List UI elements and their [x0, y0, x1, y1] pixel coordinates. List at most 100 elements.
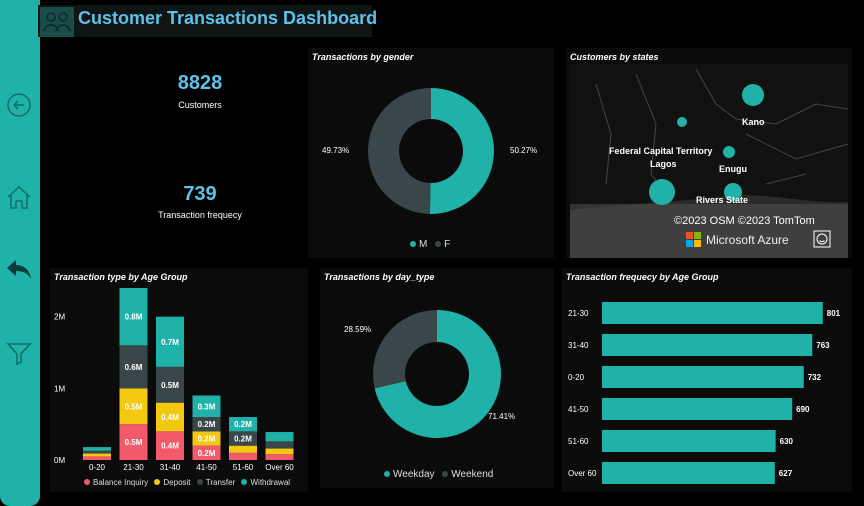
gender-legend: M F: [410, 239, 450, 250]
data-label: 0.5M: [161, 381, 179, 390]
data-label: 801: [827, 309, 841, 318]
legend-weekend: Weekend: [451, 469, 494, 480]
legend-transfer: Transfer: [205, 478, 236, 487]
y-tick-label: 41-50: [568, 405, 589, 414]
data-label: 0.2M: [198, 420, 216, 429]
bar-balance-inquiry[interactable]: [265, 454, 294, 460]
map-bubble-fct[interactable]: [677, 117, 687, 127]
x-tick-label: 21-30: [123, 463, 144, 472]
map-label-rivers: Rivers State: [696, 195, 748, 205]
data-label: 0.2M: [198, 449, 216, 458]
map-panel: Customers by states Kano Federal Capital…: [566, 48, 852, 258]
legend-m: M: [419, 239, 428, 250]
data-label: 0.3M: [198, 402, 216, 411]
gender-label-f: 49.73%: [322, 146, 349, 155]
freq-age-chart: 21-30 801 31-40 763 0-20 732 41-50 690 51-60 630 O…: [568, 302, 841, 484]
bar-51-60[interactable]: [602, 430, 776, 452]
daytype-legend: Weekday Weekend: [384, 469, 493, 480]
legend-dot-weekday: [384, 471, 390, 477]
bar-balance-inquiry[interactable]: [83, 456, 111, 460]
bar-withdrawal[interactable]: [83, 447, 111, 451]
undo-arrow-icon[interactable]: [4, 254, 34, 284]
home-icon[interactable]: [4, 182, 34, 212]
bar-21-30[interactable]: [602, 302, 823, 324]
y-tick-label: 31-40: [568, 341, 589, 350]
daytype-label-weekend: 28.59%: [344, 325, 371, 334]
bar-balance-inquiry[interactable]: [229, 452, 257, 460]
map-label-fct: Federal Capital Territory: [609, 146, 712, 156]
map-label-lagos: Lagos: [650, 159, 677, 169]
data-label: 690: [796, 405, 810, 414]
gender-donut: 50.27% 49.73%: [322, 88, 537, 214]
y-tick-label: Over 60: [568, 469, 597, 478]
bar-41-50[interactable]: [602, 398, 793, 420]
filter-icon[interactable]: [4, 338, 34, 368]
x-tick-label: 41-50: [196, 463, 217, 472]
bar-0-20[interactable]: [602, 366, 804, 388]
customers-kpi-label: Customers: [178, 100, 222, 110]
map-attribution: ©2023 OSM ©2023 TomTom: [674, 215, 815, 227]
customers-logo-icon: [40, 7, 74, 37]
bar-transfer[interactable]: [265, 441, 294, 449]
map-title: Customers by states: [570, 52, 659, 62]
bar-deposit[interactable]: [265, 448, 294, 455]
back-circle-icon[interactable]: [4, 90, 34, 120]
bar-deposit[interactable]: [229, 445, 257, 453]
data-label: 0.2M: [198, 435, 216, 444]
map-bubble-enugu[interactable]: [723, 146, 735, 158]
legend-balance: Balance Inquiry: [93, 478, 149, 487]
y-tick-label: 0M: [54, 456, 65, 465]
legend-dot-transfer: [196, 479, 203, 485]
x-tick-label: Over 60: [265, 463, 294, 472]
type-age-legend: Balance Inquiry Deposit Transfer Withdra…: [84, 478, 290, 487]
map[interactable]: Kano Federal Capital Territory Enugu Lag…: [566, 64, 852, 258]
data-label: 763: [816, 341, 830, 350]
data-label: 0.6M: [125, 363, 143, 372]
frequency-kpi-label: Transaction frequecy: [158, 210, 242, 220]
daytype-panel: Transactions by day_type 71.41% 28.59% W…: [320, 268, 554, 488]
slice-f[interactable]: [367, 88, 431, 214]
map-label-enugu: Enugu: [719, 164, 747, 174]
data-label: 0.4M: [161, 442, 179, 451]
daytype-donut: 71.41% 28.59%: [344, 310, 515, 438]
legend-dot-withdrawal: [241, 479, 248, 485]
data-label: 0.2M: [234, 420, 252, 429]
legend-f: F: [444, 239, 451, 250]
sidebar: [0, 0, 40, 506]
daytype-label-weekday: 71.41%: [488, 412, 515, 421]
map-label-kano: Kano: [742, 117, 765, 127]
x-tick-label: 31-40: [160, 463, 181, 472]
page-title: Customer Transactions Dashboard: [78, 8, 378, 28]
frequency-kpi-value: 739: [183, 183, 217, 205]
y-tick-label: 21-30: [568, 309, 589, 318]
slice-m[interactable]: [429, 88, 494, 214]
data-label: 0.5M: [125, 438, 143, 447]
legend-dot-m: [410, 241, 416, 247]
map-bubble-lagos[interactable]: [649, 179, 675, 205]
slice-weekend[interactable]: [373, 310, 437, 389]
gender-panel: Transactions by gender 50.27% 49.73% M F: [308, 48, 554, 258]
customers-kpi-value: 8828: [177, 72, 223, 94]
gender-label-m: 50.27%: [510, 146, 537, 155]
data-label: 627: [779, 469, 793, 478]
legend-dot-deposit: [154, 479, 161, 485]
bar-deposit[interactable]: [83, 453, 111, 457]
legend-weekday: Weekday: [393, 469, 435, 480]
data-label: 0.2M: [234, 435, 252, 444]
title-bar: Customer Transactions Dashboard: [38, 5, 377, 37]
legend-withdrawal: Withdrawal: [250, 478, 291, 487]
bar-over-60[interactable]: [602, 462, 775, 484]
data-label: 0.7M: [161, 338, 179, 347]
bar-31-40[interactable]: [602, 334, 813, 356]
map-provider: Microsoft Azure: [706, 233, 789, 247]
x-tick-label: 0-20: [89, 463, 106, 472]
bar-withdrawal[interactable]: [265, 432, 294, 442]
data-label: 0.5M: [125, 402, 143, 411]
y-tick-label: 2M: [54, 313, 65, 322]
map-bubble-kano[interactable]: [742, 84, 764, 106]
y-tick-label: 1M: [54, 384, 65, 393]
data-label: 630: [780, 437, 794, 446]
bar-transfer[interactable]: [83, 450, 111, 454]
x-tick-label: 51-60: [233, 463, 254, 472]
legend-dot-weekend: [442, 471, 449, 477]
